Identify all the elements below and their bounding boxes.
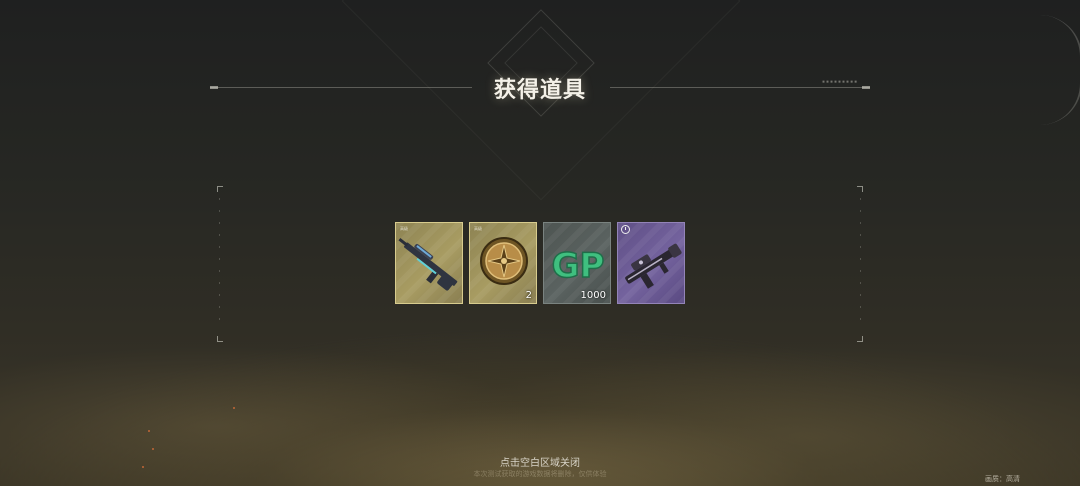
reward-item-dark-rifle[interactable] bbox=[617, 222, 685, 304]
quality-indicator: 画质：高清 bbox=[985, 475, 1020, 483]
ember-spark bbox=[148, 430, 150, 432]
close-hint-text[interactable]: 点击空白区域关闭 bbox=[440, 454, 640, 469]
frame-ticks-right bbox=[860, 198, 861, 330]
item-quantity: 2 bbox=[525, 290, 532, 301]
ember-spark bbox=[233, 407, 235, 409]
side-arc-decoration bbox=[1040, 15, 1080, 125]
frame-corner bbox=[857, 186, 863, 192]
frame-corner bbox=[217, 336, 223, 342]
reward-items: 高级 高级 2 GP 1000 bbox=[395, 222, 685, 304]
reward-item-sniper-rifle[interactable]: 高级 bbox=[395, 222, 463, 304]
reward-item-gold-medal[interactable]: 高级 2 bbox=[469, 222, 537, 304]
frame-ticks-left bbox=[219, 198, 220, 330]
reward-item-gp-currency[interactable]: GP 1000 bbox=[543, 222, 611, 304]
gp-icon-text: GP bbox=[552, 246, 605, 286]
item-quantity: 1000 bbox=[580, 290, 606, 301]
frame-corner bbox=[857, 336, 863, 342]
title-line-right bbox=[610, 86, 870, 89]
dark-rifle-icon bbox=[625, 243, 682, 289]
ember-spark bbox=[142, 466, 144, 468]
sniper-rifle-icon bbox=[398, 238, 458, 291]
disclaimer-text: 本次测试获取的游戏数据将删除，仅供体验 bbox=[473, 470, 607, 478]
page-title: 获得道具 bbox=[493, 78, 586, 103]
ember-spark bbox=[152, 448, 154, 450]
title-decoration-dots: ▪▪▪▪▪▪▪▪▪ bbox=[822, 79, 859, 85]
title-line-left bbox=[210, 86, 472, 89]
frame-corner bbox=[217, 186, 223, 192]
